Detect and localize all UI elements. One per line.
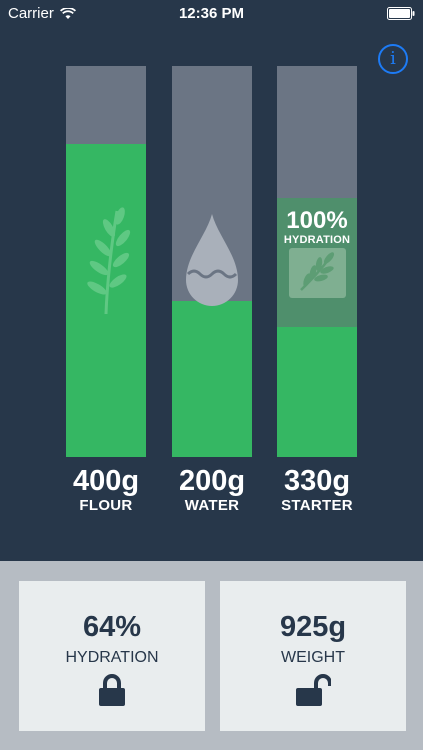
starter-label: 330g STARTER bbox=[262, 465, 372, 515]
locked-lock-icon bbox=[99, 674, 125, 706]
starter-name: STARTER bbox=[281, 497, 353, 514]
hydration-card[interactable]: 64% HYDRATION bbox=[19, 581, 205, 731]
flour-amount: 400g bbox=[72, 465, 140, 497]
weight-lock[interactable] bbox=[220, 673, 406, 709]
wheat-icon bbox=[87, 207, 131, 315]
flour-label: 400g FLOUR bbox=[51, 465, 161, 515]
weight-card[interactable]: 925g WEIGHT bbox=[220, 581, 406, 731]
clock: 12:36 PM bbox=[178, 5, 245, 22]
water-drop-icon bbox=[186, 214, 238, 306]
water-amount: 200g bbox=[178, 465, 246, 497]
hydration-value: 64% bbox=[82, 611, 142, 643]
weight-value: 925g bbox=[279, 611, 347, 643]
water-label: 200g WATER bbox=[157, 465, 267, 515]
info-button[interactable]: i bbox=[378, 44, 408, 74]
bottom-panel: 64% HYDRATION 925g WEIGHT bbox=[0, 561, 423, 750]
water-fill bbox=[172, 301, 252, 457]
starter-hydration-label: HYDRATION bbox=[283, 234, 351, 246]
status-bar: Carrier 12:36 PM bbox=[0, 0, 423, 28]
weight-caption: WEIGHT bbox=[281, 649, 345, 666]
starter-column[interactable]: 100% HYDRATION bbox=[277, 66, 357, 457]
wheat-icon bbox=[300, 252, 335, 291]
flour-column[interactable] bbox=[66, 66, 146, 457]
battery-icon bbox=[387, 7, 415, 20]
water-column[interactable] bbox=[172, 66, 252, 457]
info-icon: i bbox=[390, 48, 396, 69]
starter-hydration-percent: 100% bbox=[286, 207, 348, 234]
flour-name: FLOUR bbox=[79, 497, 133, 514]
hydration-caption: HYDRATION bbox=[65, 649, 159, 666]
starter-hydration-badge: 100% HYDRATION bbox=[277, 208, 357, 247]
starter-amount: 330g bbox=[283, 465, 351, 497]
hydration-lock[interactable] bbox=[19, 673, 205, 709]
unlocked-lock-icon bbox=[296, 674, 331, 706]
water-name: WATER bbox=[184, 497, 240, 514]
starter-fill bbox=[277, 327, 357, 457]
